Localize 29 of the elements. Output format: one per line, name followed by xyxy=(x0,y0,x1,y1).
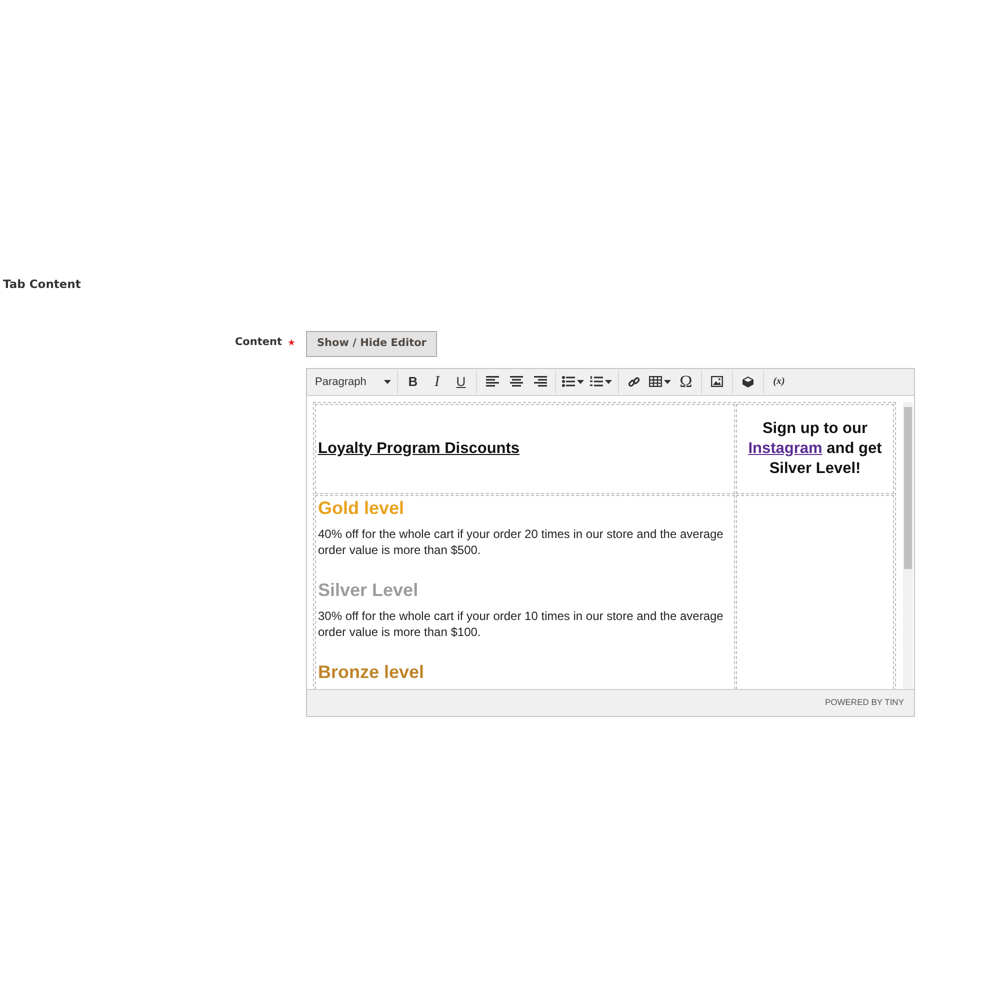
level-heading: Bronze level xyxy=(318,662,426,682)
level-heading: Gold level xyxy=(318,498,406,518)
show-hide-editor-button[interactable]: Show / Hide Editor xyxy=(306,331,438,357)
powered-by-text: POWERED BY TINY xyxy=(824,696,904,710)
level-description: 30% off for the whole cart if your order 10 times in our store and the average order value is more than $100. xyxy=(318,608,724,640)
variable-button[interactable]: (x) xyxy=(767,370,791,393)
instagram-link[interactable]: Instagram xyxy=(748,440,822,457)
content-title: Loyalty Program Discounts xyxy=(318,440,520,457)
italic-button[interactable]: I xyxy=(425,370,449,393)
image-icon xyxy=(711,376,723,388)
section-title: Tab Content xyxy=(3,276,81,293)
caret-icon xyxy=(384,380,391,384)
cube-icon xyxy=(742,376,754,388)
numbered-list-icon xyxy=(590,376,603,388)
promo-text: Sign up to our Instagram and get Silver Level! xyxy=(747,418,883,479)
level-description: 40% off for the whole cart if your order 20 times in our store and the average order value is more than $500. xyxy=(318,526,724,558)
bold-button[interactable]: B xyxy=(401,370,425,393)
level-heading: Silver Level xyxy=(318,580,420,600)
link-icon xyxy=(628,376,640,388)
align-right-icon xyxy=(534,376,546,388)
table-icon xyxy=(649,376,662,388)
underline-button[interactable]: U xyxy=(449,370,473,393)
format-dropdown[interactable]: Paragraph xyxy=(309,370,397,393)
align-left-icon xyxy=(486,376,498,388)
scrollbar-thumb[interactable] xyxy=(904,406,912,569)
field-label: Content xyxy=(234,335,282,350)
align-center-icon xyxy=(510,376,522,388)
bullet-list-icon xyxy=(562,376,575,388)
special-character-button[interactable]: Ω xyxy=(674,370,698,393)
